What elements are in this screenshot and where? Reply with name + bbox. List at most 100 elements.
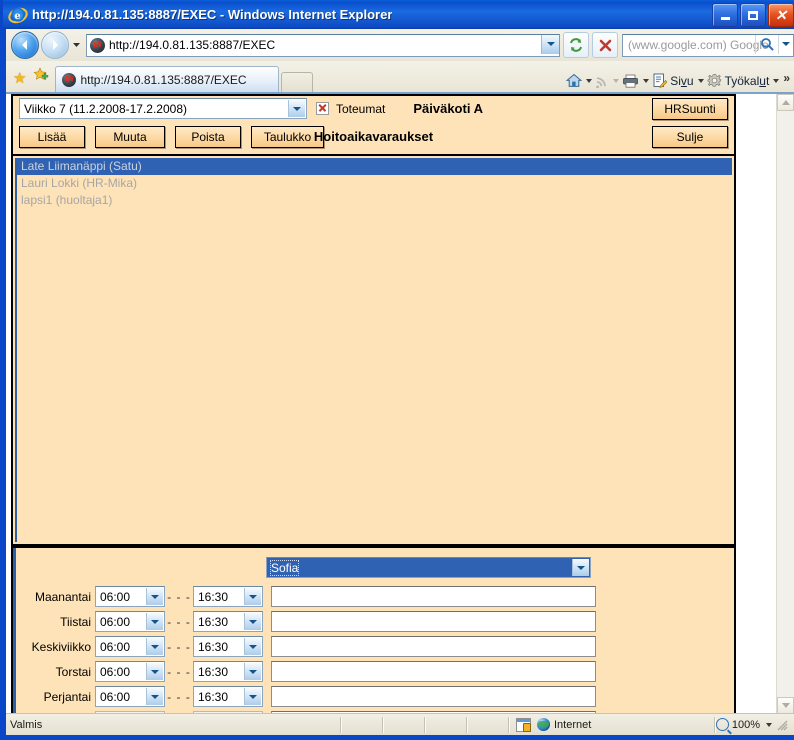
print-button[interactable] xyxy=(622,74,650,88)
hrsuunti-button[interactable]: HRSuunti xyxy=(652,98,728,120)
start-time-select[interactable]: 06:00 xyxy=(95,686,165,707)
maximize-button[interactable] xyxy=(740,3,766,27)
scroll-down-button[interactable] xyxy=(777,697,794,714)
list-item[interactable]: Late Liimanäppi (Satu) xyxy=(17,158,732,175)
gear-icon xyxy=(706,73,722,88)
status-message: Valmis xyxy=(10,718,43,731)
address-input[interactable]: IW http://194.0.81.135:8887/EXEC xyxy=(86,33,560,57)
note-input[interactable] xyxy=(271,586,596,607)
favorites-center-icon[interactable]: ★ xyxy=(13,71,26,86)
security-zone[interactable]: Internet xyxy=(510,717,714,732)
toteumat-label: Toteumat xyxy=(336,101,386,116)
resize-grip[interactable] xyxy=(776,719,788,731)
start-time-arrow[interactable] xyxy=(146,688,163,705)
end-time-select[interactable]: 16:30 xyxy=(193,636,263,657)
home-button[interactable] xyxy=(565,73,593,88)
end-time-select[interactable]: 16:30 xyxy=(193,661,263,682)
start-time-select[interactable]: 06:00 xyxy=(95,661,165,682)
start-time-arrow[interactable] xyxy=(146,613,163,630)
delete-button[interactable]: Poista xyxy=(175,126,241,148)
time-separator: - - - xyxy=(167,664,191,679)
group-select-row: Sofia xyxy=(266,557,594,578)
search-options-dropdown[interactable] xyxy=(778,34,793,54)
refresh-button[interactable] xyxy=(563,32,589,58)
page-viewport: Viikko 7 (11.2.2008-17.2.2008) Toteumat … xyxy=(6,94,794,714)
recent-pages-dropdown[interactable] xyxy=(69,40,83,51)
group-select-arrow[interactable] xyxy=(572,559,589,576)
end-time-select[interactable]: 16:30 xyxy=(193,686,263,707)
stop-button[interactable] xyxy=(592,32,618,58)
end-time-select[interactable]: 16:30 xyxy=(193,586,263,607)
protected-mode-icon xyxy=(516,717,531,732)
new-tab-button[interactable] xyxy=(281,72,314,92)
zoom-control[interactable]: 100% xyxy=(715,718,794,731)
note-input[interactable] xyxy=(271,661,596,682)
search-input[interactable]: (www.google.com) Google xyxy=(622,33,794,57)
list-item[interactable]: lapsi1 (huoltaja1) xyxy=(17,192,732,209)
window-controls: ✕ xyxy=(712,3,794,27)
day-label: Torstai xyxy=(55,664,91,679)
window-title: http://194.0.81.135:8887/EXEC - Windows … xyxy=(32,7,393,22)
list-item-label: Lauri Lokki (HR-Mika) xyxy=(21,176,138,190)
search-go-button[interactable] xyxy=(755,34,778,54)
note-input[interactable] xyxy=(271,636,596,657)
browser-chrome: IW http://194.0.81.135:8887/EXEC (www.go xyxy=(6,29,794,735)
time-separator: - - - xyxy=(167,589,191,604)
home-icon xyxy=(565,73,583,88)
add-button[interactable]: Lisää xyxy=(19,126,85,148)
end-time-arrow[interactable] xyxy=(244,638,261,655)
end-time-arrow[interactable] xyxy=(244,688,261,705)
day-row-wednesday: Keskiviikko 06:00 - - - 16:30 xyxy=(13,634,734,659)
day-row-friday: Perjantai 06:00 - - - 16:30 xyxy=(13,684,734,709)
start-time-arrow[interactable] xyxy=(146,588,163,605)
site-favicon: IW xyxy=(90,37,105,53)
web-application: Viikko 7 (11.2.2008-17.2.2008) Toteumat … xyxy=(6,94,777,714)
start-time-select[interactable]: 06:00 xyxy=(95,636,165,657)
week-select[interactable]: Viikko 7 (11.2.2008-17.2.2008) xyxy=(19,98,307,119)
time-separator: - - - xyxy=(167,689,191,704)
back-button[interactable] xyxy=(11,31,39,59)
page-menu-label: Sivu xyxy=(670,73,694,88)
end-time-select[interactable]: 16:30 xyxy=(193,611,263,632)
minimize-button[interactable] xyxy=(712,3,738,27)
children-list[interactable]: Late Liimanäppi (Satu) Lauri Lokki (HR-M… xyxy=(15,158,732,542)
table-button[interactable]: Taulukko xyxy=(251,126,324,148)
end-time-arrow[interactable] xyxy=(244,588,261,605)
address-dropdown-button[interactable] xyxy=(541,34,559,54)
search-placeholder: (www.google.com) Google xyxy=(628,38,769,52)
scroll-up-button[interactable] xyxy=(777,94,794,111)
app-toolbar: Viikko 7 (11.2.2008-17.2.2008) Toteumat … xyxy=(11,94,736,156)
page-scrollbar[interactable] xyxy=(776,94,794,714)
tools-menu-button[interactable]: Työkalut xyxy=(706,73,780,88)
rss-icon xyxy=(595,74,609,88)
security-zone-label: Internet xyxy=(554,718,592,731)
start-time-arrow[interactable] xyxy=(146,663,163,680)
end-time-arrow[interactable] xyxy=(244,613,261,630)
start-time-select[interactable]: 06:00 xyxy=(95,611,165,632)
close-button[interactable]: ✕ xyxy=(768,3,794,27)
week-select-arrow[interactable] xyxy=(288,100,305,117)
add-to-favorites-icon[interactable] xyxy=(33,67,49,86)
note-input[interactable] xyxy=(271,686,596,707)
page-menu-button[interactable]: Sivu xyxy=(652,73,704,88)
forward-button[interactable] xyxy=(41,31,69,59)
list-item[interactable]: Lauri Lokki (HR-Mika) xyxy=(17,175,732,192)
start-time-arrow[interactable] xyxy=(146,638,163,655)
day-row-thursday: Torstai 06:00 - - - 16:30 xyxy=(13,659,734,684)
start-time-select[interactable]: 06:00 xyxy=(95,586,165,607)
note-input[interactable] xyxy=(271,611,596,632)
command-bar-overflow[interactable]: » xyxy=(783,71,790,85)
day-label: Tiistai xyxy=(60,614,91,629)
browser-tab[interactable]: IW http://194.0.81.135:8887/EXEC xyxy=(55,66,280,92)
toteumat-checkbox-icon[interactable] xyxy=(316,102,329,115)
feeds-button xyxy=(595,74,620,88)
zoom-dropdown-icon[interactable] xyxy=(766,722,772,727)
day-label: Maanantai xyxy=(34,589,91,604)
edit-button[interactable]: Muuta xyxy=(95,126,165,148)
tools-menu-label: Työkalut xyxy=(724,73,770,88)
end-time-arrow[interactable] xyxy=(244,663,261,680)
day-label: Perjantai xyxy=(43,689,91,704)
close-app-button[interactable]: Sulje xyxy=(652,126,728,148)
address-text: http://194.0.81.135:8887/EXEC xyxy=(109,38,276,52)
group-select[interactable]: Sofia xyxy=(266,557,591,578)
